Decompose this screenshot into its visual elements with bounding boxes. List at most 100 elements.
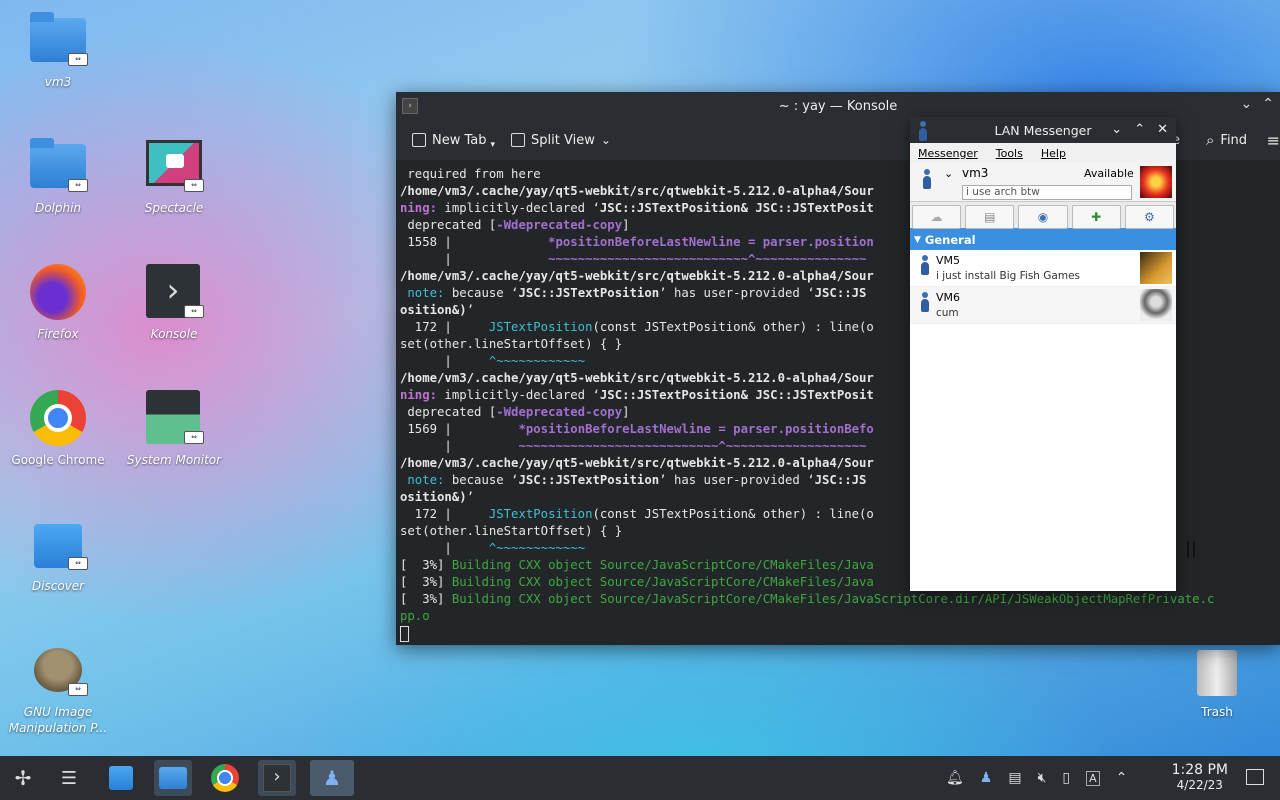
clock[interactable]: 1:28 PM 4/22/23 xyxy=(1172,762,1228,792)
dolphin-folder-icon: ⇔ xyxy=(28,136,88,196)
gimp-icon: ⇔ xyxy=(28,640,88,700)
minimize-icon[interactable]: ⌄ xyxy=(1111,122,1122,137)
chat-icon: ☁ xyxy=(930,210,943,224)
buddy-list-item[interactable]: VM5 i just install Big Fish Games xyxy=(910,250,1176,287)
settings-icon: ⚙ xyxy=(1144,210,1155,224)
file-button[interactable]: ▤ xyxy=(965,205,1015,229)
desktop-icon-label: Google Chrome xyxy=(11,453,105,467)
shopping-bag-icon: ⇔ xyxy=(28,514,88,574)
new-tab-icon xyxy=(412,133,426,147)
desktop-icon-label: Konsole xyxy=(150,327,198,341)
menu-messenger[interactable]: Messenger xyxy=(918,147,978,160)
device-icon[interactable]: ▯ xyxy=(1062,770,1070,786)
buddy-name: VM5 xyxy=(936,254,961,267)
user-name: vm3 xyxy=(962,166,989,180)
buddy-note: i just install Big Fish Games xyxy=(936,270,1081,282)
menu-tools[interactable]: Tools xyxy=(996,147,1023,160)
application-launcher-button[interactable]: ✢ xyxy=(4,760,42,796)
status-dropdown-chevron-icon[interactable]: ⌄ xyxy=(944,167,953,180)
taskbar-discover-button[interactable] xyxy=(102,760,140,796)
desktop-icon-trash[interactable]: Trash xyxy=(1162,640,1272,720)
minimize-icon[interactable]: ⌄ xyxy=(1241,96,1253,112)
split-view-button[interactable]: Split View ⌄ xyxy=(511,133,611,148)
hamburger-menu-icon[interactable]: ≡ xyxy=(1267,131,1280,150)
input-method-icon[interactable]: A xyxy=(1086,770,1100,786)
desktop-icon-vm3[interactable]: ⇔ vm3 xyxy=(3,10,113,90)
desktop-icon-system-monitor[interactable]: ⇔ System Monitor xyxy=(119,388,229,468)
terminal-line: [ 3%] Building CXX object Source/JavaScr… xyxy=(400,592,1215,606)
desktop-icon-konsole[interactable]: › ⇔ Konsole xyxy=(119,262,229,342)
add-contact-button[interactable]: ✚ xyxy=(1071,205,1121,229)
maximize-icon[interactable]: ⌃ xyxy=(1134,122,1145,137)
buddy-note: cum xyxy=(936,307,959,319)
buddy-avatar xyxy=(1140,252,1172,284)
taskbar-konsole-button[interactable]: › xyxy=(258,760,296,796)
folder-icon: ⇔ xyxy=(28,10,88,70)
system-tray: 🔔︎ ♟ ▤ 🔇︎ ▯ A ⌃ xyxy=(946,756,1127,800)
close-icon[interactable]: ✕ xyxy=(1157,122,1168,137)
lan-messenger-icon: ♟ xyxy=(323,766,341,790)
maximize-icon[interactable]: ⌃ xyxy=(1262,96,1274,112)
desktop-icon-google-chrome[interactable]: Google Chrome xyxy=(3,388,113,468)
new-tab-button[interactable]: New Tab ▾ xyxy=(412,130,495,150)
add-contact-icon: ✚ xyxy=(1091,210,1102,224)
lan-messenger-app-icon[interactable] xyxy=(916,121,930,141)
chevron-down-icon: ⌄ xyxy=(600,133,611,147)
desktop-icon-label: System Monitor xyxy=(126,453,222,467)
user-avatar[interactable] xyxy=(1140,166,1172,198)
desktop-icon-label: Spectacle xyxy=(144,201,204,215)
chevron-up-icon[interactable]: ⌃ xyxy=(1116,770,1128,786)
folder-icon xyxy=(159,767,187,789)
taskbar-chrome-button[interactable] xyxy=(206,760,244,796)
buddy-avatar xyxy=(1140,289,1172,321)
lan-messenger-window[interactable]: LAN Messenger ⌄ ⌃ ✕ Messenger Tools Help… xyxy=(910,117,1176,591)
desktop-icon-label: Firefox xyxy=(37,327,79,341)
camera-icon: ⇔ xyxy=(144,136,204,196)
expand-triangle-icon: ▼ xyxy=(914,235,921,245)
taskbar-settings-button[interactable]: ☰ xyxy=(50,760,88,796)
shopping-bag-icon xyxy=(109,766,133,790)
lan-messenger-menubar: Messenger Tools Help xyxy=(910,143,1176,163)
konsole-title: ~ : yay — Konsole xyxy=(778,98,898,114)
desktop-icon-spectacle[interactable]: ⇔ Spectacle xyxy=(119,136,229,216)
search-icon: ⌕ xyxy=(1206,131,1215,149)
desktop-icon-dolphin[interactable]: ⇔ Dolphin xyxy=(3,136,113,216)
show-desktop-button[interactable] xyxy=(1246,769,1264,785)
chat-button[interactable]: ☁ xyxy=(912,205,962,229)
broadcast-icon: ◉ xyxy=(1037,210,1049,224)
lan-messenger-tray-icon[interactable]: ♟ xyxy=(980,770,993,786)
user-status-text[interactable]: Available xyxy=(1084,167,1134,180)
broadcast-button[interactable]: ◉ xyxy=(1018,205,1068,229)
group-header-general[interactable]: ▼ General xyxy=(910,230,1176,250)
settings-sliders-icon: ☰ xyxy=(60,767,78,789)
user-status-icon[interactable] xyxy=(922,169,932,189)
volume-muted-icon[interactable]: 🔇︎ xyxy=(1038,770,1047,786)
konsole-titlebar[interactable]: › ~ : yay — Konsole ⌄ ⌃ xyxy=(396,92,1280,120)
user-note-field[interactable]: i use arch btw xyxy=(962,185,1132,200)
system-monitor-icon: ⇔ xyxy=(144,388,204,448)
desktop-icon-label: Trash xyxy=(1201,705,1233,719)
clipboard-icon[interactable]: ▤ xyxy=(1008,770,1021,786)
buddy-list-item[interactable]: VM6 cum xyxy=(910,287,1176,324)
desktop-icon-gimp[interactable]: ⇔ GNU Image Manipulation P... xyxy=(3,640,113,736)
group-name: General xyxy=(924,233,976,247)
terminal-icon: › xyxy=(263,764,291,792)
lan-messenger-titlebar[interactable]: LAN Messenger ⌄ ⌃ ✕ xyxy=(910,117,1176,143)
taskbar-dolphin-button[interactable] xyxy=(154,760,192,796)
desktop-icon-discover[interactable]: ⇔ Discover xyxy=(3,514,113,594)
taskbar-lan-messenger-button[interactable]: ♟ xyxy=(310,760,354,796)
find-button[interactable]: ⌕ Find xyxy=(1206,131,1247,149)
terminal-cursor-line xyxy=(400,625,1280,642)
terminal-icon: › ⇔ xyxy=(144,262,204,322)
find-label: Find xyxy=(1220,132,1248,148)
settings-button[interactable]: ⚙ xyxy=(1124,205,1175,229)
split-view-label: Split View xyxy=(531,132,595,148)
new-tab-label: New Tab xyxy=(432,132,487,148)
mouse-cursor xyxy=(1187,541,1195,557)
terminal-cursor xyxy=(400,625,409,642)
menu-help[interactable]: Help xyxy=(1041,147,1066,160)
notifications-bell-icon[interactable]: 🔔︎ xyxy=(946,770,964,786)
desktop-icon-label: vm3 xyxy=(44,75,72,89)
konsole-app-icon[interactable]: › xyxy=(402,98,418,114)
desktop-icon-firefox[interactable]: Firefox xyxy=(3,262,113,342)
